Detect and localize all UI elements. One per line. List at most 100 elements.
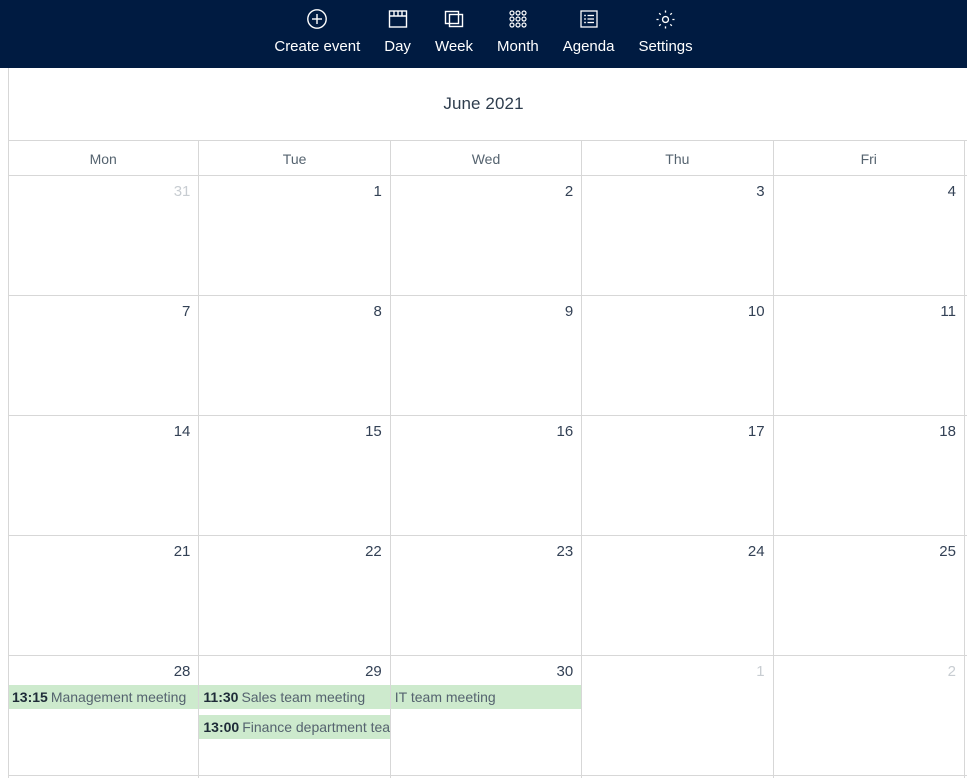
- day-cell[interactable]: 25: [774, 536, 965, 655]
- top-navbar: Create event Day Week Month Agenda Setti…: [0, 0, 967, 68]
- weeks-container: 3112345678910111213141516171819202122232…: [8, 176, 967, 778]
- day-number: 23: [556, 543, 574, 560]
- nav-item-week[interactable]: Week: [423, 3, 485, 57]
- day-cell[interactable]: 23: [391, 536, 583, 655]
- day-cell[interactable]: 18: [774, 416, 965, 535]
- day-cell[interactable]: 21: [8, 536, 200, 655]
- day-cell[interactable]: 1: [199, 176, 391, 295]
- weekday-header-thu: Thu: [582, 141, 774, 176]
- nav-label-day: Day: [384, 38, 411, 55]
- event-title: Management meeting: [50, 689, 187, 705]
- calendar-title-bar: June 2021: [0, 68, 967, 140]
- day-cell[interactable]: 10: [582, 296, 774, 415]
- week-row: 28 13:15 Management meeting 29 11:30 Sales te…: [8, 656, 967, 776]
- nav-label-week: Week: [434, 38, 474, 55]
- nav-item-agenda[interactable]: Agenda: [551, 3, 627, 57]
- event-time: 11:30: [203, 689, 239, 705]
- day-number: 29: [365, 663, 382, 680]
- gear-icon: [653, 5, 679, 33]
- month-grid: MonTueWedThuFriSatSun 311234567891011121…: [8, 140, 967, 778]
- weekday-header-fri: Fri: [774, 141, 965, 176]
- event-list: 11:30 Sales team meeting 13:00 Finance depa…: [199, 685, 390, 739]
- day-cell[interactable]: 7: [8, 296, 200, 415]
- agenda-list-icon: [576, 5, 602, 33]
- day-number: 14: [173, 423, 191, 440]
- day-cell[interactable]: 17: [582, 416, 774, 535]
- event-list: 13:15 Management meeting: [8, 685, 199, 709]
- event-title: Sales team meeting: [241, 689, 366, 705]
- day-number: 10: [747, 303, 765, 320]
- nav-label-agenda: Agenda: [562, 38, 615, 55]
- day-number: 7: [182, 303, 191, 320]
- day-number: 28: [173, 663, 191, 680]
- calendar-event[interactable]: 13:00Finance department team meeting: [199, 715, 390, 739]
- day-cell[interactable]: 1: [582, 656, 774, 775]
- day-cell[interactable]: 24: [582, 536, 774, 655]
- week-row: 14151617181920: [8, 416, 967, 536]
- page-title: June 2021: [443, 94, 524, 113]
- day-cell[interactable]: 29 11:30 Sales team meeting 13:00 Finance de…: [199, 656, 391, 775]
- day-number: 2: [947, 663, 956, 680]
- day-number: 4: [947, 183, 956, 200]
- weekday-header-tue: Tue: [199, 141, 391, 176]
- day-number: 30: [556, 663, 574, 680]
- day-number: 8: [373, 303, 382, 320]
- event-time: 13:15: [12, 689, 48, 705]
- event-list: IT team meeting: [390, 685, 582, 709]
- day-number: 9: [564, 303, 574, 320]
- day-cell[interactable]: 28 13:15 Management meeting: [8, 656, 200, 775]
- week-row: 21222324252627: [8, 536, 967, 656]
- day-number: 11: [940, 303, 956, 320]
- calendar-view: June 2021 MonTueWedThuFriSatSun 31123456…: [0, 68, 967, 778]
- event-title: IT team meeting: [394, 689, 496, 705]
- day-number: 2: [564, 183, 574, 200]
- event-title: Finance department team meeting: [242, 719, 390, 735]
- nav-item-month[interactable]: Month: [485, 3, 551, 57]
- day-number: 25: [939, 543, 956, 560]
- day-number: 1: [373, 183, 382, 200]
- day-cell[interactable]: 15: [199, 416, 391, 535]
- week-row: 78910111213: [8, 296, 967, 416]
- week-view-icon: [441, 5, 467, 33]
- day-cell[interactable]: 4: [774, 176, 965, 295]
- nav-item-create-event[interactable]: Create event: [262, 3, 372, 57]
- day-number: 18: [939, 423, 956, 440]
- day-number: 24: [747, 543, 765, 560]
- nav-label-month: Month: [497, 38, 539, 55]
- day-cell[interactable]: 30 IT team meeting: [390, 656, 583, 775]
- day-number: 1: [756, 663, 765, 680]
- nav-label-settings: Settings: [638, 38, 693, 55]
- left-gutter-divider: [8, 68, 9, 778]
- day-number: 3: [756, 183, 765, 200]
- day-cell[interactable]: 31: [8, 176, 200, 295]
- day-cell[interactable]: 2: [774, 656, 965, 775]
- day-cell[interactable]: 16: [391, 416, 583, 535]
- nav-item-day[interactable]: Day: [372, 3, 423, 57]
- day-number: 17: [747, 423, 765, 440]
- day-number: 22: [365, 543, 382, 560]
- day-number: 21: [173, 543, 191, 560]
- day-number: 16: [556, 423, 574, 440]
- plus-circle-icon: [304, 5, 330, 33]
- day-cell[interactable]: 8: [199, 296, 391, 415]
- calendar-event[interactable]: 11:30 Sales team meeting: [199, 685, 390, 709]
- event-time: 13:00: [203, 719, 240, 735]
- calendar-event[interactable]: IT team meeting: [390, 685, 582, 709]
- day-cell[interactable]: 2: [391, 176, 583, 295]
- day-number: 31: [173, 183, 191, 200]
- day-cell[interactable]: 22: [199, 536, 391, 655]
- day-cell[interactable]: 9: [391, 296, 583, 415]
- day-view-icon: [385, 5, 411, 33]
- nav-label-create-event: Create event: [274, 38, 361, 55]
- week-row: 31123456: [8, 176, 967, 296]
- month-grid-icon: [505, 5, 531, 33]
- weekday-header-mon: Mon: [8, 141, 200, 176]
- day-cell[interactable]: 3: [582, 176, 774, 295]
- weekday-header-row: MonTueWedThuFriSatSun: [8, 140, 967, 176]
- day-cell[interactable]: 14: [8, 416, 200, 535]
- weekday-header-wed: Wed: [391, 141, 583, 176]
- nav-item-settings[interactable]: Settings: [626, 3, 704, 57]
- day-cell[interactable]: 11: [774, 296, 965, 415]
- day-number: 15: [365, 423, 382, 440]
- calendar-event[interactable]: 13:15 Management meeting: [8, 685, 199, 709]
